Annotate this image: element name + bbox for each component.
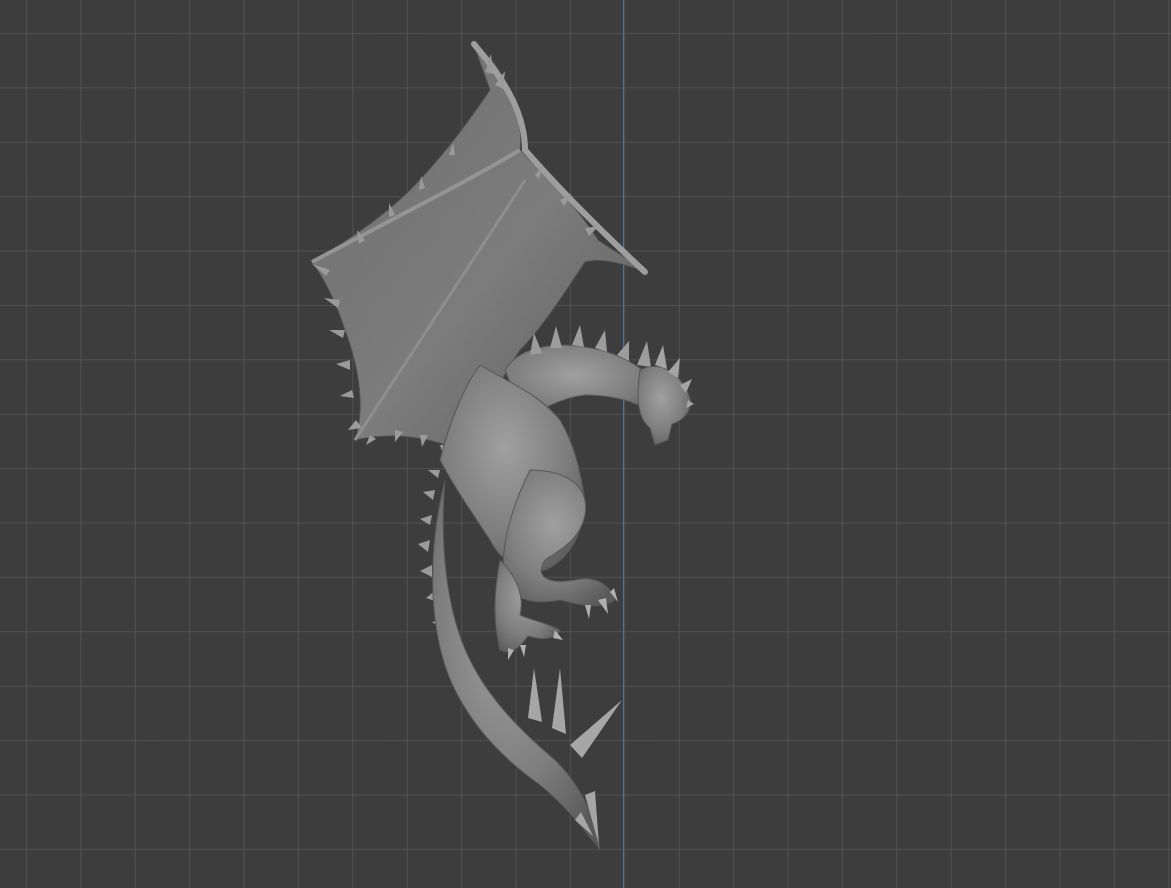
3d-viewport[interactable] [0, 0, 1171, 888]
dragon-model[interactable] [0, 0, 1171, 888]
dragon-head [637, 366, 691, 446]
